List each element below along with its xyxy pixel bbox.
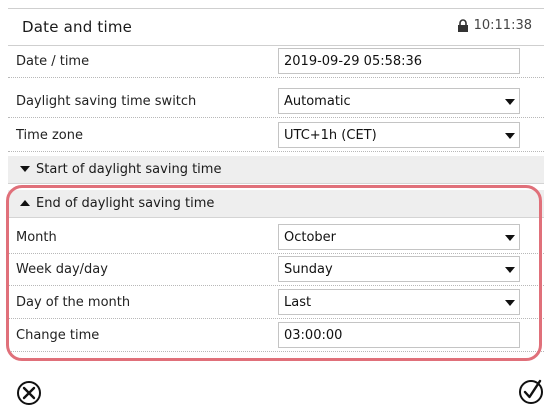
week-day-select[interactable]: Sunday [278, 256, 520, 282]
date-time-value: 2019-09-29 05:58:36 [284, 54, 423, 69]
row-date-time: Date / time 2019-09-29 05:58:36 [8, 46, 544, 78]
date-time-screen: Date and time 10:11:38 Date / time 2019-… [0, 0, 552, 415]
month-select[interactable]: October [278, 224, 520, 250]
row-time-zone: Time zone UTC+1h (CET) [8, 120, 544, 152]
change-time-label: Change time [16, 328, 100, 343]
change-time-value: 03:00:00 [284, 328, 343, 343]
day-of-month-label: Day of the month [16, 295, 131, 310]
clock-time: 10:11:38 [473, 18, 532, 33]
row-day-of-month: Day of the month Last [8, 287, 544, 319]
change-time-field[interactable]: 03:00:00 [278, 322, 520, 348]
week-day-label: Week day/day [16, 262, 108, 277]
chevron-down-icon [505, 99, 515, 105]
week-day-value: Sunday [284, 262, 333, 277]
status-clock: 10:11:38 [456, 18, 532, 33]
row-week-day: Week day/day Sunday [8, 254, 544, 286]
section-start-label: Start of daylight saving time [36, 162, 222, 177]
section-end-dst[interactable]: End of daylight saving time [8, 190, 544, 218]
collapse-triangle-icon [20, 200, 30, 206]
dst-switch-select[interactable]: Automatic [278, 88, 520, 114]
row-month: Month October [8, 222, 544, 254]
chevron-down-icon [505, 267, 515, 273]
month-value: October [284, 230, 337, 245]
time-zone-label: Time zone [16, 128, 83, 143]
chevron-down-icon [505, 300, 515, 306]
row-dst-switch: Daylight saving time switch Automatic [8, 86, 544, 118]
time-zone-value: UTC+1h (CET) [284, 128, 377, 143]
time-zone-select[interactable]: UTC+1h (CET) [278, 122, 520, 148]
confirm-check-icon[interactable] [518, 378, 544, 406]
date-time-field[interactable]: 2019-09-29 05:58:36 [278, 48, 520, 74]
dst-switch-value: Automatic [284, 94, 351, 109]
day-of-month-value: Last [284, 295, 312, 310]
dst-switch-label: Daylight saving time switch [16, 94, 197, 109]
section-end-label: End of daylight saving time [36, 196, 215, 211]
page-title: Date and time [22, 18, 133, 36]
cancel-circle-x-icon[interactable] [16, 380, 42, 406]
chevron-down-icon [505, 235, 515, 241]
day-of-month-select[interactable]: Last [278, 289, 520, 315]
row-change-time: Change time 03:00:00 [8, 320, 544, 352]
section-start-dst[interactable]: Start of daylight saving time [8, 156, 544, 184]
date-time-label: Date / time [16, 54, 90, 69]
header-bar: Date and time 10:11:38 [8, 8, 544, 46]
chevron-down-icon [505, 133, 515, 139]
lock-icon [457, 18, 468, 32]
month-label: Month [16, 230, 57, 245]
expand-triangle-icon [20, 166, 30, 172]
